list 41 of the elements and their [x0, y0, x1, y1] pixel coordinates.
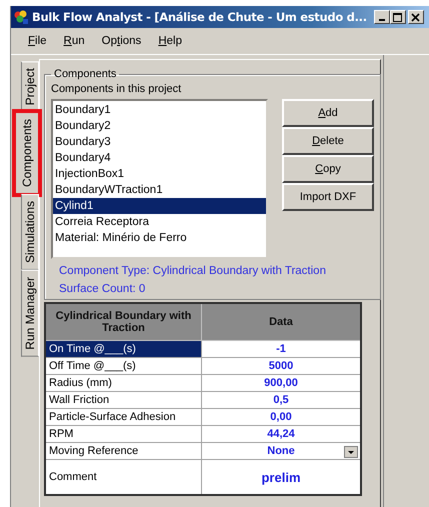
- maximize-icon: [393, 12, 402, 22]
- minimize-button[interactable]: [374, 10, 390, 24]
- property-name-cell[interactable]: Wall Friction: [45, 392, 202, 408]
- menu-item[interactable]: File: [28, 35, 47, 47]
- component-type-text: Component Type: Cylindrical Boundary with Traction: [59, 265, 327, 277]
- list-item[interactable]: Cylind1: [53, 198, 266, 214]
- column-header: Cylindrical Boundary with Traction: [45, 303, 202, 340]
- maximize-button[interactable]: [390, 10, 406, 24]
- surface-count-text: Surface Count: 0: [59, 283, 146, 295]
- action-button[interactable]: Add: [282, 99, 374, 127]
- action-button[interactable]: Import DXF: [282, 183, 374, 211]
- app-icon: [14, 10, 28, 24]
- property-name-cell[interactable]: Off Time @___(s): [45, 358, 202, 374]
- list-label: Components in this project: [51, 83, 182, 95]
- menu-item[interactable]: Options: [102, 35, 142, 47]
- window-title: Bulk Flow Analyst - [Análise de Chute - Um estudo d...: [32, 10, 367, 24]
- action-button[interactable]: Delete: [282, 127, 374, 155]
- menu-item[interactable]: Help: [158, 35, 182, 47]
- close-icon: [411, 12, 420, 22]
- property-name-cell[interactable]: Moving Reference: [45, 442, 202, 460]
- list-item[interactable]: InjectionBox1: [53, 166, 266, 182]
- side-tab[interactable]: Simulations: [21, 194, 39, 270]
- list-item[interactable]: Boundary3: [53, 134, 266, 150]
- action-button[interactable]: Copy: [282, 155, 374, 183]
- components-list[interactable]: Boundary1 Boundary2 Boundary3 Boundary4 InjectionBox1 BoundaryWTraction1 Cylind1 Correia Receptora Material: Minério de Ferro: [51, 99, 268, 259]
- menu-item[interactable]: Run: [64, 35, 85, 47]
- property-name-cell[interactable]: Particle-Surface Adhesion: [45, 408, 202, 426]
- list-item[interactable]: Material: Minério de Ferro: [53, 230, 266, 246]
- side-tab[interactable]: Run Manager: [21, 270, 39, 358]
- close-button[interactable]: [408, 10, 424, 24]
- group-title: Components: [53, 68, 118, 80]
- list-item[interactable]: Correia Receptora: [53, 214, 266, 230]
- list-item[interactable]: BoundaryWTraction1: [53, 182, 266, 198]
- property-name-cell[interactable]: RPM: [45, 426, 202, 442]
- list-item[interactable]: Boundary4: [53, 150, 266, 166]
- list-item[interactable]: Boundary2: [53, 118, 266, 134]
- column-header: Data: [202, 303, 361, 340]
- list-item[interactable]: Boundary1: [53, 102, 266, 118]
- side-tab[interactable]: Components: [15, 112, 39, 194]
- property-name-cell[interactable]: Radius (mm): [45, 374, 202, 392]
- property-name-cell[interactable]: On Time @___(s): [45, 340, 202, 358]
